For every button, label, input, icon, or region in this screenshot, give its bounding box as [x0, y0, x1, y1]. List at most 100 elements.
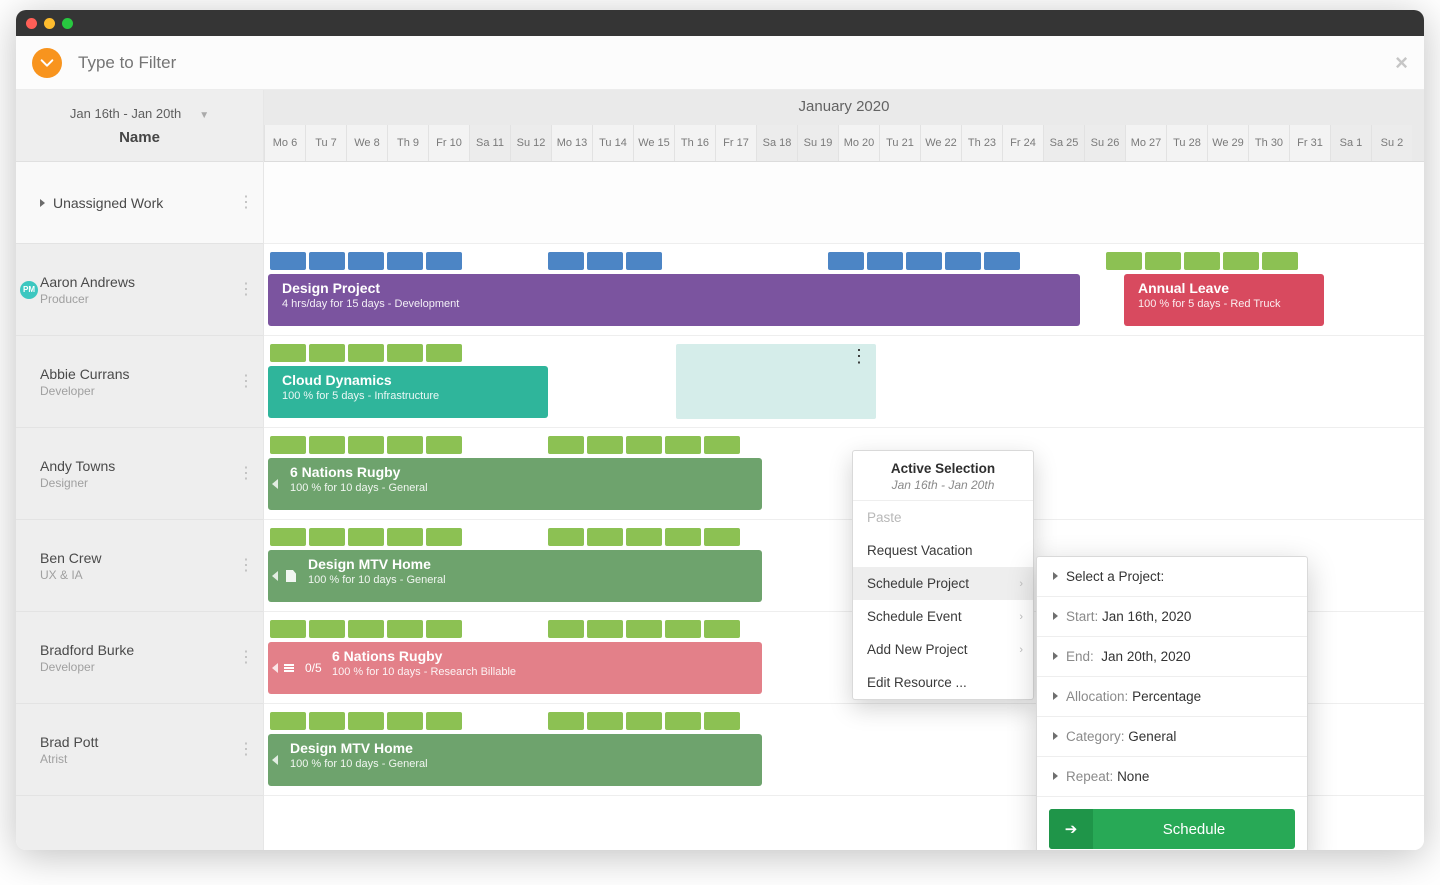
- person-row[interactable]: Andy TownsDesigner ⋮: [16, 428, 263, 520]
- day-header: We 8: [346, 125, 387, 161]
- day-header: Sa 1: [1330, 125, 1371, 161]
- chevron-right-icon: [1053, 612, 1058, 620]
- bar-cloud-dynamics[interactable]: Cloud Dynamics 100 % for 5 days - Infras…: [268, 366, 548, 418]
- arrow-left-icon: [272, 755, 278, 765]
- day-header: Su 26: [1084, 125, 1125, 161]
- person-role: UX & IA: [40, 568, 101, 582]
- context-item-edit-resource[interactable]: Edit Resource ...: [853, 666, 1033, 699]
- bar-design-project[interactable]: Design Project 4 hrs/day for 15 days - D…: [268, 274, 1080, 326]
- day-header: Fr 17: [715, 125, 756, 161]
- sidebar: Jan 16th - Jan 20th▼ Name Unassigned Wor…: [16, 90, 264, 850]
- chevron-right-icon: [1053, 772, 1058, 780]
- day-header: Fr 31: [1289, 125, 1330, 161]
- day-header: Tu 14: [592, 125, 633, 161]
- context-item-request-vacation[interactable]: Request Vacation: [853, 534, 1033, 567]
- timeline[interactable]: January 2020 Mo 6Tu 7We 8Th 9Fr 10Sa 11S…: [264, 90, 1424, 850]
- day-header: We 15: [633, 125, 674, 161]
- person-row[interactable]: Brad PottAtrist ⋮: [16, 704, 263, 796]
- person-row[interactable]: Ben Crew UX & IA ⋮: [16, 520, 263, 612]
- person-row[interactable]: Abbie CurransDeveloper ⋮: [16, 336, 263, 428]
- kebab-icon[interactable]: ⋮: [238, 288, 253, 292]
- person-name: Andy Towns: [40, 458, 115, 474]
- panel-repeat[interactable]: Repeat: None: [1037, 757, 1307, 797]
- lane-abbie[interactable]: Cloud Dynamics 100 % for 5 days - Infras…: [264, 336, 1424, 428]
- day-header: Su 19: [797, 125, 838, 161]
- bar-subtitle: 100 % for 10 days - General: [290, 482, 752, 494]
- arrow-left-icon: [272, 479, 278, 489]
- traffic-zoom[interactable]: [62, 18, 73, 29]
- file-icon: [286, 570, 296, 582]
- month-label: January 2020: [264, 98, 1424, 115]
- panel-allocation[interactable]: Allocation: Percentage: [1037, 677, 1307, 717]
- window-titlebar: [16, 10, 1424, 36]
- panel-category[interactable]: Category: General: [1037, 717, 1307, 757]
- context-item-schedule-project[interactable]: Schedule Project›: [853, 567, 1033, 600]
- context-item-paste: Paste: [853, 501, 1033, 534]
- bar-title: 6 Nations Rugby: [290, 464, 752, 480]
- kebab-icon[interactable]: ⋮: [238, 748, 253, 752]
- expand-icon[interactable]: [40, 199, 45, 207]
- kebab-icon[interactable]: ⋮: [238, 380, 253, 384]
- person-row[interactable]: PM Aaron AndrewsProducer ⋮: [16, 244, 263, 336]
- day-header: Fr 24: [1002, 125, 1043, 161]
- arrow-right-icon: ➔: [1049, 809, 1093, 849]
- traffic-minimize[interactable]: [44, 18, 55, 29]
- chevron-right-icon: [1053, 732, 1058, 740]
- close-icon[interactable]: ×: [1395, 50, 1408, 76]
- bar-title: Design Project: [282, 280, 1070, 296]
- person-name: Abbie Currans: [40, 366, 130, 382]
- bar-subtitle: 100 % for 10 days - General: [290, 758, 752, 770]
- bar-design-mtv-2[interactable]: Design MTV Home 100 % for 10 days - Gene…: [268, 734, 762, 786]
- context-item-schedule-event[interactable]: Schedule Event›: [853, 600, 1033, 633]
- kebab-icon[interactable]: ⋮: [238, 656, 253, 660]
- person-row[interactable]: Bradford BurkeDeveloper ⋮: [16, 612, 263, 704]
- bar-title: Design MTV Home: [290, 740, 752, 756]
- day-header: Mo 20: [838, 125, 879, 161]
- list-icon: [284, 661, 299, 675]
- bar-design-mtv-1[interactable]: Design MTV Home 100 % for 10 days - Gene…: [268, 550, 762, 602]
- bar-annual-leave[interactable]: Annual Leave 100 % for 5 days - Red Truc…: [1124, 274, 1324, 326]
- kebab-icon[interactable]: ⋮: [238, 472, 253, 476]
- day-header: Th 9: [387, 125, 428, 161]
- bar-six-nations-1[interactable]: 6 Nations Rugby 100 % for 10 days - Gene…: [268, 458, 762, 510]
- kebab-icon[interactable]: ⋮: [238, 201, 253, 205]
- kebab-icon[interactable]: ⋮: [238, 564, 253, 568]
- date-range-picker[interactable]: Jan 16th - Jan 20th▼: [16, 106, 263, 121]
- selection-box[interactable]: ⋮: [676, 344, 876, 419]
- panel-end[interactable]: End: Jan 20th, 2020: [1037, 637, 1307, 677]
- lane-andy[interactable]: 6 Nations Rugby 100 % for 10 days - Gene…: [264, 428, 1424, 520]
- panel-select-project[interactable]: Select a Project:: [1037, 557, 1307, 597]
- day-header: Mo 27: [1125, 125, 1166, 161]
- day-header: Fr 10: [428, 125, 469, 161]
- context-menu-title: Active Selection: [853, 451, 1033, 478]
- chevron-right-icon: [1053, 652, 1058, 660]
- day-header: Mo 6: [264, 125, 305, 161]
- day-header: We 22: [920, 125, 961, 161]
- bar-title: 6 Nations Rugby: [332, 648, 752, 664]
- schedule-button-label: Schedule: [1093, 821, 1295, 838]
- day-header: We 29: [1207, 125, 1248, 161]
- lane-unassigned[interactable]: [264, 162, 1424, 244]
- filter-bar: ×: [16, 36, 1424, 90]
- day-header: Th 16: [674, 125, 715, 161]
- day-header: Sa 18: [756, 125, 797, 161]
- pm-badge-icon: PM: [20, 281, 38, 299]
- day-header: Th 30: [1248, 125, 1289, 161]
- person-role: Developer: [40, 660, 134, 674]
- filter-input[interactable]: [78, 53, 1395, 73]
- name-column-header: Name: [16, 129, 263, 146]
- schedule-button[interactable]: ➔ Schedule: [1049, 809, 1295, 849]
- traffic-close[interactable]: [26, 18, 37, 29]
- bar-subtitle: 100 % for 10 days - General: [308, 574, 752, 586]
- task-count: 0/5: [284, 661, 322, 675]
- unassigned-row[interactable]: Unassigned Work ⋮: [16, 162, 263, 244]
- day-header: Mo 13: [551, 125, 592, 161]
- panel-start[interactable]: Start: Jan 16th, 2020: [1037, 597, 1307, 637]
- context-item-add-new-project[interactable]: Add New Project›: [853, 633, 1033, 666]
- lane-aaron[interactable]: Design Project 4 hrs/day for 15 days - D…: [264, 244, 1424, 336]
- kebab-icon[interactable]: ⋮: [850, 354, 868, 358]
- person-name: Ben Crew: [40, 550, 101, 566]
- arrow-left-icon: [272, 571, 278, 581]
- chevron-right-icon: [1053, 572, 1058, 580]
- bar-six-nations-2[interactable]: 0/5 6 Nations Rugby 100 % for 10 days - …: [268, 642, 762, 694]
